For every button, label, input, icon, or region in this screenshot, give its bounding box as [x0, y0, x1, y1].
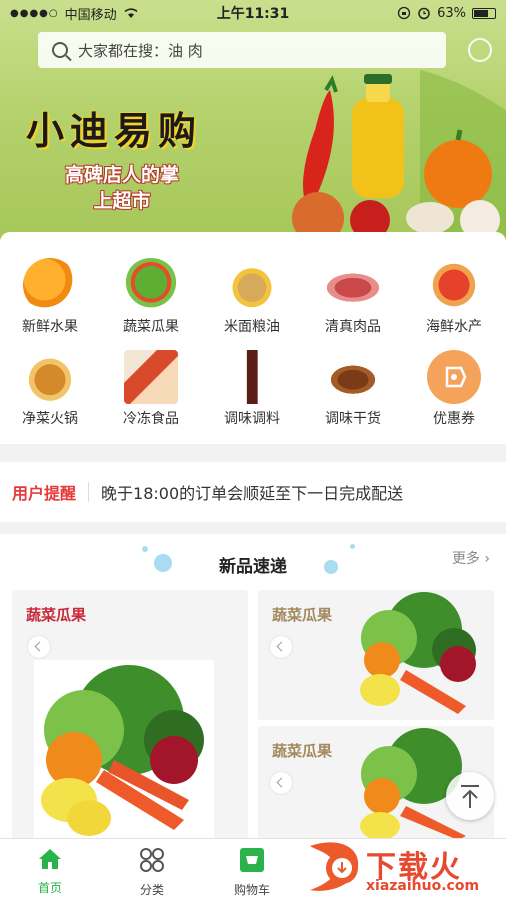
vegetable-icon [124, 258, 178, 312]
status-bar: ●●●●○ 中国移动 上午11:31 63% [0, 0, 506, 26]
decor-bubble [350, 544, 355, 549]
watermark-url: xiazaihuo.com [366, 878, 480, 894]
card-title: 蔬菜瓜果 [26, 606, 87, 624]
tab-home[interactable]: 首页 [10, 847, 90, 896]
card-title: 蔬菜瓜果 [272, 606, 333, 624]
search-input[interactable]: 大家都在搜：油 肉 [38, 32, 446, 68]
category-seafood[interactable]: 海鲜水产 [404, 258, 504, 336]
category-label: 清真肉品 [325, 319, 381, 335]
back-to-top-button[interactable] [446, 772, 494, 820]
category-fresh-fruit[interactable]: 新鲜水果 [0, 258, 100, 336]
category-icon [140, 848, 164, 872]
product-card[interactable]: 蔬菜瓜果 [12, 590, 248, 840]
vegetables-image [360, 592, 476, 714]
category-coupon[interactable]: 优惠券 [404, 350, 504, 428]
category-hotpot[interactable]: 净菜火锅 [0, 350, 100, 428]
cart-icon [240, 848, 264, 872]
scan-icon[interactable] [468, 38, 492, 62]
dried-goods-icon [326, 350, 380, 404]
category-label: 调味干货 [325, 411, 381, 427]
tab-label: 分类 [139, 883, 164, 897]
notice-tag: 用户提醒 [12, 484, 77, 503]
category-grain-oil[interactable]: 米面粮油 [202, 258, 302, 336]
banner-vegetables-image [292, 70, 506, 240]
frozen-food-icon [124, 350, 178, 404]
battery-icon [472, 7, 496, 19]
category-label: 新鲜水果 [22, 319, 78, 335]
tab-label: 购物车 [233, 883, 270, 897]
category-label: 冷冻食品 [123, 411, 179, 427]
card-arrow-icon[interactable] [28, 636, 50, 658]
card-title: 蔬菜瓜果 [272, 742, 333, 760]
category-label: 调味调料 [224, 411, 280, 427]
seafood-icon [427, 258, 481, 312]
banner-slogan: 高碑店人的掌上超市 [64, 164, 179, 212]
vegetables-image [34, 660, 214, 840]
hotpot-icon [23, 350, 77, 404]
category-grid: 新鲜水果 蔬菜瓜果 米面粮油 清真肉品 海鲜水产 净菜火锅 冷冻食品 调味调料 … [0, 232, 506, 444]
category-label: 优惠券 [433, 411, 475, 427]
seasoning-icon [225, 350, 279, 404]
category-halal-meat[interactable]: 清真肉品 [303, 258, 403, 336]
category-dried-goods[interactable]: 调味干货 [303, 350, 403, 428]
section-title: 新品速递 [219, 557, 287, 577]
product-card[interactable]: 蔬菜瓜果 [258, 590, 494, 720]
category-label: 蔬菜瓜果 [123, 319, 179, 335]
fruit-icon [23, 258, 77, 312]
category-label: 海鲜水产 [426, 319, 482, 335]
banner-brand: 小迪易购 [26, 109, 203, 153]
more-link[interactable]: 更多 › [452, 548, 490, 568]
category-label: 净菜火锅 [22, 411, 78, 427]
notice-divider [88, 482, 90, 502]
tab-label: 首页 [37, 881, 62, 895]
new-arrivals-section: 新品速递 更多 › 蔬菜瓜果 蔬菜瓜果 蔬菜瓜果 [0, 534, 506, 840]
grain-oil-icon [225, 258, 279, 312]
search-placeholder: 大家都在搜：油 肉 [78, 41, 203, 60]
category-frozen-food[interactable]: 冷冻食品 [101, 350, 201, 428]
arrow-up-icon [461, 785, 479, 808]
banner[interactable]: ●●●●○ 中国移动 上午11:31 63% 大家都在搜：油 肉 小迪易购 高碑… [0, 0, 506, 240]
status-time: 上午11:31 [216, 6, 290, 22]
search-icon [52, 42, 68, 58]
category-vegetables[interactable]: 蔬菜瓜果 [101, 258, 201, 336]
card-arrow-icon[interactable] [270, 636, 292, 658]
tab-category[interactable]: 分类 [112, 847, 192, 898]
notice-text: 晚于18:00的订单会顺延至下一日完成配送 [101, 484, 404, 503]
meat-icon [326, 258, 380, 312]
coupon-icon [427, 350, 481, 404]
home-icon [39, 849, 61, 869]
category-label: 米面粮油 [224, 319, 280, 335]
category-seasoning[interactable]: 调味调料 [202, 350, 302, 428]
card-arrow-icon[interactable] [270, 772, 292, 794]
user-notice[interactable]: 用户提醒 晚于18:00的订单会顺延至下一日完成配送 [0, 462, 506, 522]
tab-cart[interactable]: 购物车 [212, 847, 292, 898]
